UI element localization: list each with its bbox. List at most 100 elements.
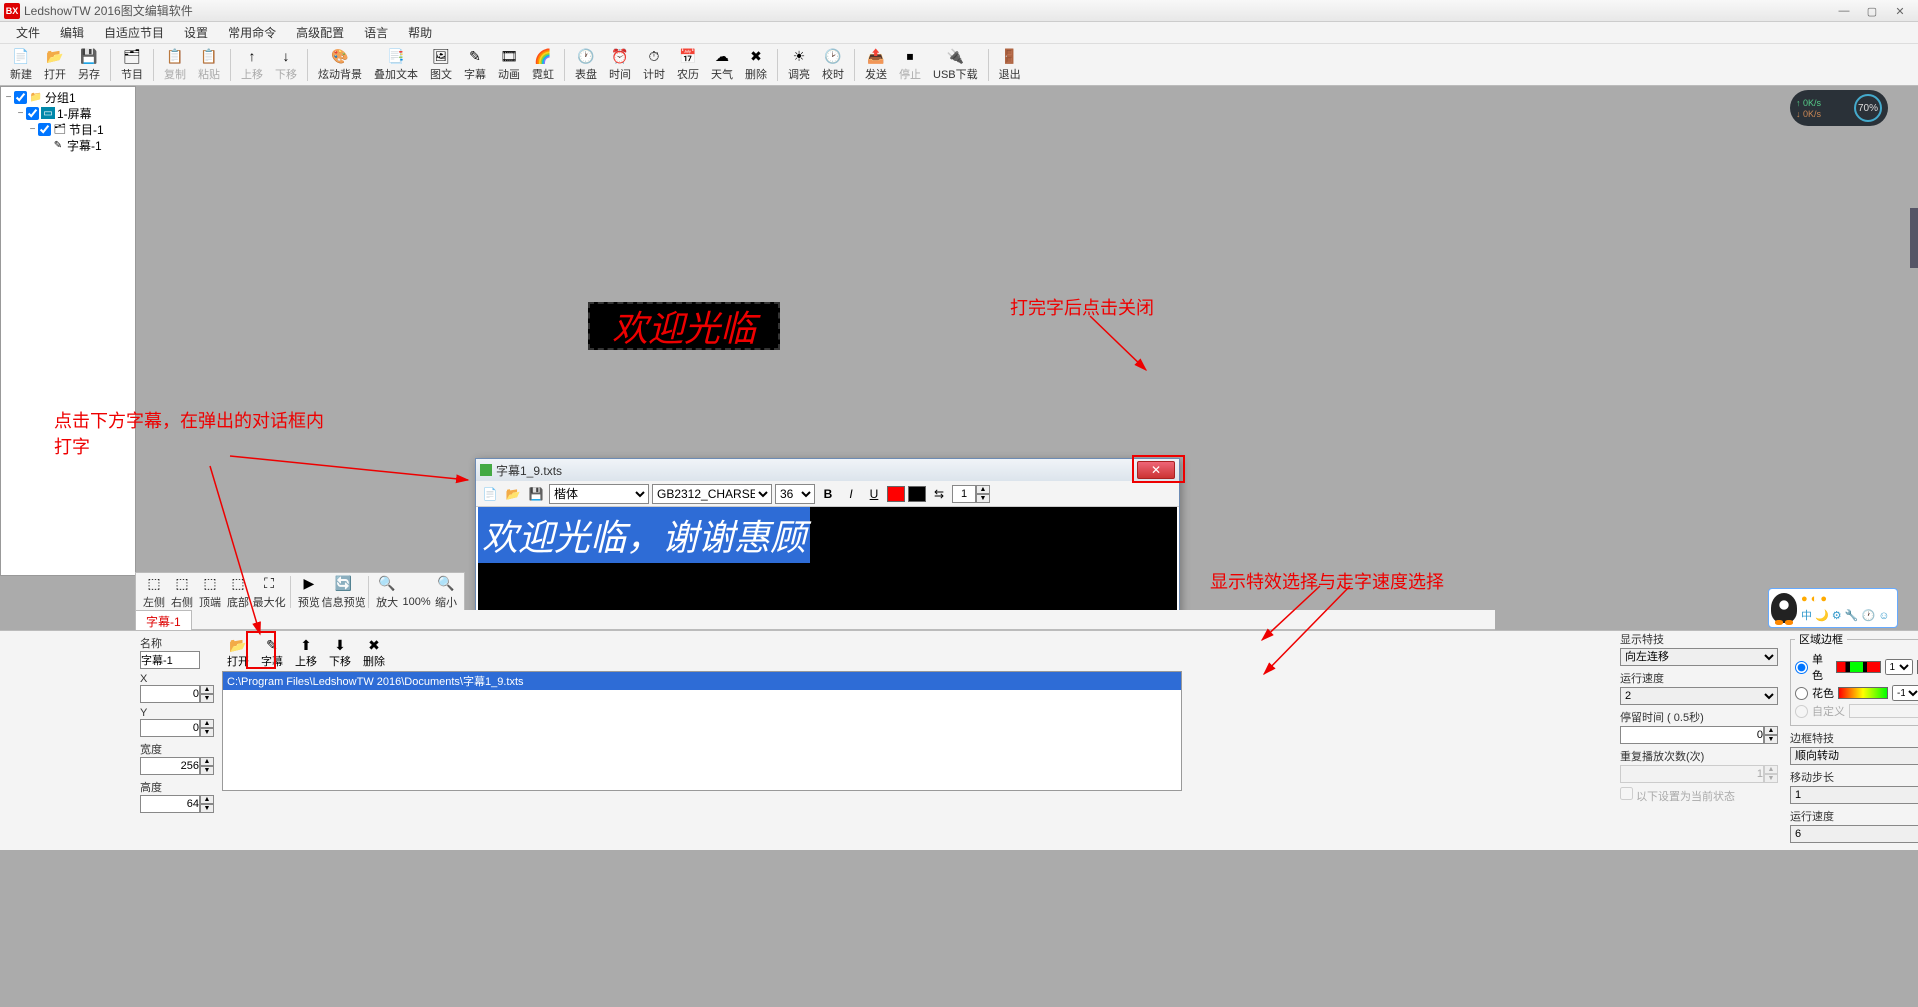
toolbar-图文[interactable]: 🖼图文 [424, 45, 458, 84]
border-pattern-2[interactable] [1838, 687, 1888, 699]
toolbar-农历[interactable]: 📅农历 [671, 45, 705, 84]
spacing-value[interactable] [952, 485, 976, 503]
menu-item[interactable]: 设置 [174, 22, 218, 43]
spin-up[interactable]: ▲ [976, 485, 990, 494]
toolbar-叠加文本[interactable]: 📑叠加文本 [368, 45, 424, 84]
name-input[interactable] [140, 651, 200, 669]
toolbar-顶端[interactable]: ⬚顶端 [196, 573, 224, 612]
action-上移[interactable]: ⬆上移 [290, 635, 322, 671]
h-input[interactable] [140, 795, 200, 813]
editor-open-icon[interactable]: 📂 [503, 484, 523, 504]
editor-save-icon[interactable]: 💾 [526, 484, 546, 504]
toolbar-左侧[interactable]: ⬚左侧 [140, 573, 168, 612]
bold-button[interactable]: B [818, 484, 838, 504]
maximize-button[interactable]: ▢ [1858, 2, 1886, 20]
stay-input[interactable] [1620, 726, 1764, 744]
spin-down[interactable]: ▼ [200, 728, 214, 737]
tree-expander[interactable]: − [15, 108, 26, 119]
underline-button[interactable]: U [864, 484, 884, 504]
close-button[interactable]: ✕ [1886, 2, 1914, 20]
spin-up[interactable]: ▲ [200, 719, 214, 728]
toolbar-底部[interactable]: ⬚底部 [224, 573, 252, 612]
toolbar-退出[interactable]: 🚪退出 [993, 45, 1027, 84]
menu-item[interactable]: 语言 [354, 22, 398, 43]
menu-item[interactable]: 高级配置 [286, 22, 354, 43]
tree-group[interactable]: 分组1 [45, 89, 76, 106]
toolbar-缩小[interactable]: 🔍缩小 [432, 573, 460, 612]
toolbar-动画[interactable]: 🎞动画 [492, 45, 526, 84]
border-effect-select[interactable]: 顺向转动 [1790, 747, 1918, 765]
toolbar-最大化[interactable]: ⛶最大化 [252, 573, 286, 612]
border-multi-radio[interactable] [1795, 687, 1808, 700]
minimize-button[interactable]: — [1830, 2, 1858, 20]
tree-program[interactable]: 节目-1 [69, 121, 104, 138]
text-color[interactable] [887, 486, 905, 502]
border-sel-1[interactable]: 1 [1885, 659, 1913, 675]
spin-down[interactable]: ▼ [200, 766, 214, 775]
toolbar-炫动背景[interactable]: 🎨炫动背景 [312, 45, 368, 84]
toolbar-预览[interactable]: ▶预览 [295, 573, 323, 612]
tree-expander[interactable]: − [3, 92, 14, 103]
tree-subtitle[interactable]: 字幕-1 [67, 137, 102, 154]
menu-item[interactable]: 文件 [6, 22, 50, 43]
toolbar-时间[interactable]: ⏰时间 [603, 45, 637, 84]
spacing-icon[interactable]: ⇆ [929, 484, 949, 504]
toolbar-另存[interactable]: 💾另存 [72, 45, 106, 84]
qq-tools-row[interactable]: 中 🌙 ⚙ 🔧 🕐 ☺ [1801, 607, 1889, 623]
menu-item[interactable]: 帮助 [398, 22, 442, 43]
spin-up[interactable]: ▲ [200, 685, 214, 694]
bg-color[interactable] [908, 486, 926, 502]
tree-check-program[interactable] [38, 123, 51, 136]
effect-select[interactable]: 向左连移 [1620, 648, 1778, 666]
charset-select[interactable]: GB2312_CHARSET [652, 484, 772, 504]
toolbar-100%[interactable]: 100% [401, 575, 432, 610]
toolbar-校时[interactable]: 🕑校时 [816, 45, 850, 84]
border-single-radio[interactable] [1795, 661, 1808, 674]
right-edge-handle[interactable] [1910, 208, 1918, 268]
toolbar-计时[interactable]: ⏱计时 [637, 45, 671, 84]
action-字幕[interactable]: ✎字幕 [256, 635, 288, 671]
menu-item[interactable]: 编辑 [50, 22, 94, 43]
toolbar-信息预览[interactable]: 🔄信息预览 [323, 573, 365, 612]
spin-up[interactable]: ▲ [200, 757, 214, 766]
editor-close-button[interactable]: ✕ [1137, 461, 1175, 479]
menu-item[interactable]: 自适应节目 [94, 22, 174, 43]
border-pattern-1[interactable] [1836, 661, 1881, 673]
tree-screen[interactable]: 1-屏幕 [57, 105, 92, 122]
toolbar-右侧[interactable]: ⬚右侧 [168, 573, 196, 612]
border-sel-2[interactable]: -1 [1892, 685, 1918, 701]
x-input[interactable] [140, 685, 200, 703]
led-preview[interactable]: 欢迎光临 [588, 302, 780, 350]
toolbar-调亮[interactable]: ☀调亮 [782, 45, 816, 84]
toolbar-表盘[interactable]: 🕐表盘 [569, 45, 603, 84]
spin-down[interactable]: ▼ [1764, 735, 1778, 744]
editor-titlebar[interactable]: 字幕1_9.txts ✕ [476, 459, 1179, 481]
spin-down[interactable]: ▼ [976, 494, 990, 503]
tree-check-screen[interactable] [26, 107, 39, 120]
w-input[interactable] [140, 757, 200, 775]
speed-select[interactable]: 2 [1620, 687, 1778, 705]
border-speed-select[interactable]: 6 [1790, 825, 1918, 843]
tree-check-group[interactable] [14, 91, 27, 104]
toolbar-新建[interactable]: 📄新建 [4, 45, 38, 84]
toolbar-放大[interactable]: 🔍放大 [373, 573, 401, 612]
spacing-spinner[interactable]: ▲▼ [952, 485, 990, 503]
toolbar-字幕[interactable]: ✎字幕 [458, 45, 492, 84]
step-select[interactable]: 1 [1790, 786, 1918, 804]
spin-up[interactable]: ▲ [200, 795, 214, 804]
italic-button[interactable]: I [841, 484, 861, 504]
toolbar-打开[interactable]: 📂打开 [38, 45, 72, 84]
editor-new-icon[interactable]: 📄 [480, 484, 500, 504]
tree-expander[interactable]: − [27, 124, 38, 135]
menu-item[interactable]: 常用命令 [218, 22, 286, 43]
toolbar-天气[interactable]: ☁天气 [705, 45, 739, 84]
toolbar-霓虹[interactable]: 🌈霓虹 [526, 45, 560, 84]
spin-down[interactable]: ▼ [200, 804, 214, 813]
spin-down[interactable]: ▼ [200, 694, 214, 703]
file-row-selected[interactable]: C:\Program Files\LedshowTW 2016\Document… [223, 672, 1181, 690]
file-list[interactable]: C:\Program Files\LedshowTW 2016\Document… [222, 671, 1182, 791]
spin-up[interactable]: ▲ [1764, 726, 1778, 735]
y-input[interactable] [140, 719, 200, 737]
toolbar-USB下载[interactable]: 🔌USB下载 [927, 45, 984, 84]
fontsize-select[interactable]: 36 [775, 484, 815, 504]
